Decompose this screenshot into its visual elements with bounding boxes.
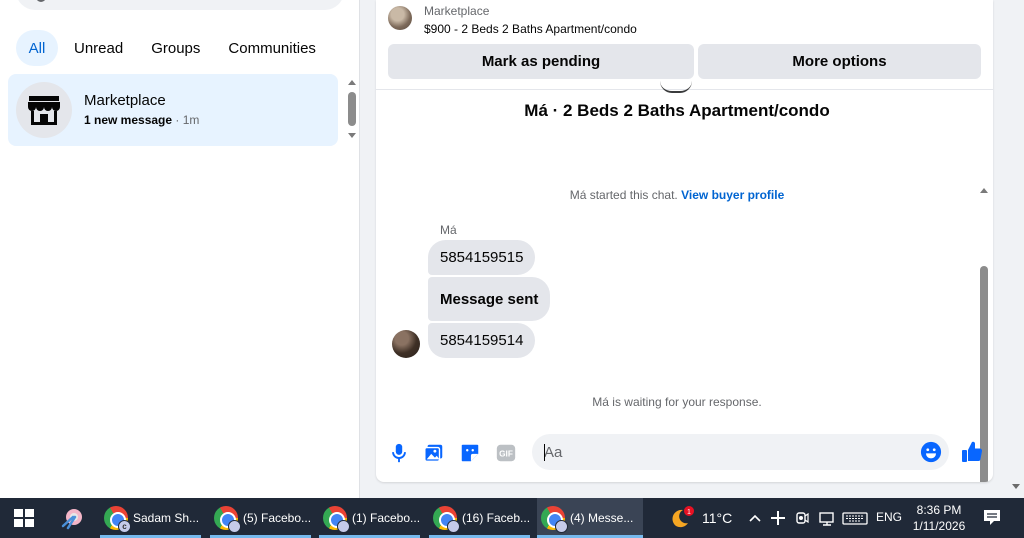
clock-date: 1/11/2026 xyxy=(912,519,966,533)
taskbar-app-label: (16) Faceb... xyxy=(462,511,531,525)
conversation-preview: 1 new message · 1m xyxy=(84,113,199,127)
snipping-tool-icon[interactable] xyxy=(60,506,86,530)
chevron-up-icon[interactable] xyxy=(748,508,762,528)
plus-icon[interactable] xyxy=(770,508,786,528)
filter-unread[interactable]: Unread xyxy=(62,30,135,66)
filter-groups[interactable]: Groups xyxy=(139,30,212,66)
thumbs-up-icon[interactable] xyxy=(960,440,984,464)
listing-thumbnail[interactable] xyxy=(388,6,412,30)
mark-as-pending-button[interactable]: Mark as pending xyxy=(388,44,694,79)
network-icon[interactable] xyxy=(818,508,836,528)
sender-name: Má xyxy=(440,223,457,237)
photo-icon[interactable] xyxy=(423,442,445,464)
scroll-up-arrow-icon[interactable] xyxy=(980,188,988,193)
gif-icon[interactable]: GIF xyxy=(495,442,517,464)
chat-started-text: Má started this chat. xyxy=(569,188,678,202)
view-buyer-profile-link[interactable]: View buyer profile xyxy=(681,188,784,202)
message-bubble[interactable]: 5854159515 xyxy=(428,240,536,275)
notification-center-icon[interactable] xyxy=(982,507,1002,527)
conversation-name: Marketplace xyxy=(84,92,166,109)
profile-badge xyxy=(555,520,568,533)
weather-icon[interactable]: 1 xyxy=(670,506,696,530)
keyboard-icon[interactable] xyxy=(842,508,868,528)
message-composer: GIF xyxy=(376,426,993,482)
marketplace-listing-header: Marketplace $900 - 2 Beds 2 Baths Apartm… xyxy=(376,0,993,90)
taskbar-app-label: (4) Messe... xyxy=(570,511,634,525)
clock-time: 8:36 PM xyxy=(916,503,962,517)
scroll-down-arrow-icon[interactable] xyxy=(348,133,356,138)
chrome-icon xyxy=(541,506,568,533)
message-thread: Má · 2 Beds 2 Baths Apartment/condo Má s… xyxy=(376,91,993,482)
storefront-icon xyxy=(28,96,60,125)
microphone-icon[interactable] xyxy=(388,442,410,464)
scrollbar-thumb[interactable] xyxy=(348,92,356,126)
taskbar-app-label: (1) Facebo... xyxy=(352,511,421,525)
weather-badge: 1 xyxy=(687,509,691,516)
profile-badge xyxy=(337,520,350,533)
listing-source: Marketplace xyxy=(424,4,490,18)
message-bubble[interactable]: Message sent xyxy=(428,277,551,321)
taskbar-app-chrome-facebook-16[interactable]: (16) Faceb... xyxy=(429,498,530,538)
taskbar-app-chrome-messenger[interactable]: (4) Messe... xyxy=(537,498,643,538)
weather-temperature[interactable]: 11°C xyxy=(702,510,732,526)
buyer-avatar-large xyxy=(660,81,692,93)
filter-communities[interactable]: Communities xyxy=(216,30,328,66)
conversation-title: Má · 2 Beds 2 Baths Apartment/condo xyxy=(524,101,830,120)
message-bubble[interactable]: 5854159514 xyxy=(428,323,536,358)
filter-all[interactable]: All xyxy=(16,30,58,66)
chat-list-panel: All Unread Groups Communities Marketplac… xyxy=(0,0,360,498)
conversation-preview-text: 1 new message xyxy=(84,113,173,127)
conversation-panel: Marketplace $900 - 2 Beds 2 Baths Apartm… xyxy=(376,0,993,482)
sender-avatar[interactable] xyxy=(392,330,420,358)
profile-badge xyxy=(447,520,460,533)
scroll-up-arrow-icon[interactable] xyxy=(348,80,356,85)
emoji-icon[interactable] xyxy=(920,441,942,463)
text-caret xyxy=(544,444,545,461)
chrome-icon xyxy=(433,506,460,533)
search-icon xyxy=(36,0,46,2)
chat-filters: All Unread Groups Communities xyxy=(16,30,328,66)
windows-start-icon[interactable] xyxy=(14,509,34,527)
chat-started-notice: Má started this chat. View buyer profile xyxy=(376,188,978,202)
input-language[interactable]: ENG xyxy=(876,510,902,524)
chrome-icon: c xyxy=(104,506,131,533)
search-chats-input[interactable] xyxy=(16,0,344,10)
profile-badge xyxy=(228,520,241,533)
page-scroll-down-arrow-icon[interactable] xyxy=(1012,484,1020,489)
chat-list-scrollbar[interactable] xyxy=(344,78,360,142)
taskbar-app-chrome-facebook-5[interactable]: (5) Facebo... xyxy=(210,498,311,538)
sticker-icon[interactable] xyxy=(459,442,481,464)
marketplace-avatar xyxy=(16,82,72,138)
profile-badge: c xyxy=(118,520,131,533)
more-options-button[interactable]: More options xyxy=(698,44,981,79)
windows-taskbar: c Sadam Sh... (5) Facebo... (1) Facebo..… xyxy=(0,498,1024,538)
taskbar-app-chrome-sadam[interactable]: c Sadam Sh... xyxy=(100,498,201,538)
chrome-icon xyxy=(323,506,350,533)
taskbar-app-chrome-facebook-1[interactable]: (1) Facebo... xyxy=(319,498,420,538)
meet-now-icon[interactable] xyxy=(794,508,810,528)
chrome-icon xyxy=(214,506,241,533)
conversation-time: · 1m xyxy=(175,113,200,127)
taskbar-app-label: (5) Facebo... xyxy=(243,511,312,525)
taskbar-app-label: Sadam Sh... xyxy=(133,511,200,525)
svg-text:GIF: GIF xyxy=(499,450,513,459)
conversation-item-marketplace[interactable]: Marketplace 1 new message · 1m xyxy=(8,74,338,146)
listing-title[interactable]: $900 - 2 Beds 2 Baths Apartment/condo xyxy=(424,22,637,36)
waiting-response-notice: Má is waiting for your response. xyxy=(592,395,762,409)
system-clock[interactable]: 8:36 PM 1/11/2026 xyxy=(908,502,970,534)
message-input[interactable] xyxy=(532,434,949,470)
